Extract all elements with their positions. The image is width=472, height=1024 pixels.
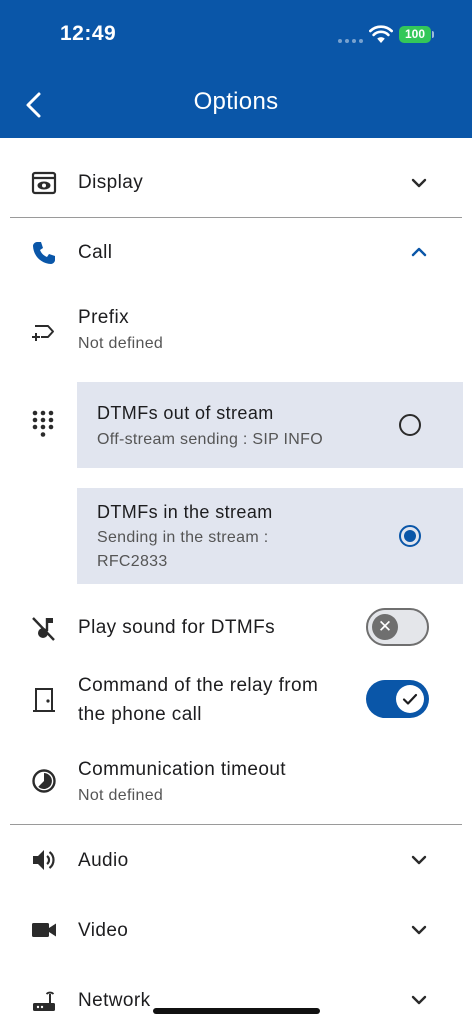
dtmf-out-of-stream-option[interactable]: DTMFs out of stream Off-stream sending :… (77, 382, 463, 468)
eye-window-icon (31, 171, 57, 195)
prefix-tag-icon (32, 325, 54, 341)
wifi-icon (369, 25, 393, 43)
chevron-down-icon[interactable] (408, 989, 430, 1011)
page-title: Options (193, 88, 279, 115)
section-display-label: Display (78, 172, 144, 193)
speaker-icon (33, 850, 55, 870)
prefix-value: Not defined (78, 335, 164, 352)
app-header: 12:49 100 Options (0, 0, 472, 138)
music-off-icon (32, 617, 55, 641)
relay-toggle[interactable] (366, 680, 429, 718)
dtmf-out-radio[interactable] (399, 414, 421, 436)
cellular-signal-icon (338, 39, 363, 43)
dtmf-in-radio[interactable] (399, 525, 421, 547)
chevron-down-icon[interactable] (408, 919, 430, 941)
prefix-label: Prefix (78, 307, 129, 328)
relay-label-line2: the phone call (78, 704, 202, 725)
battery-icon: 100 (399, 26, 434, 43)
door-icon (33, 688, 55, 712)
phone-icon (33, 242, 55, 264)
chevron-down-icon[interactable] (408, 172, 430, 194)
status-time: 12:49 (60, 22, 117, 45)
check-icon (396, 685, 424, 713)
play-sound-toggle[interactable]: ✕ (366, 608, 429, 646)
dtmf-in-stream-option[interactable]: DTMFs in the stream Sending in the strea… (77, 488, 463, 584)
dtmf-out-title: DTMFs out of stream (97, 403, 274, 423)
home-indicator[interactable] (153, 1008, 320, 1014)
dtmf-in-subtitle: Sending in the stream : RFC2833 (97, 529, 269, 570)
chevron-up-icon[interactable] (408, 241, 430, 263)
section-call-label: Call (78, 242, 113, 263)
section-network-label: Network (78, 990, 151, 1011)
chevron-down-icon[interactable] (408, 849, 430, 871)
dtmf-out-subtitle: Off-stream sending : SIP INFO (97, 431, 323, 448)
dtmf-in-title: DTMFs in the stream (97, 502, 273, 522)
timeout-label: Communication timeout (78, 759, 286, 780)
section-video-label: Video (78, 920, 129, 941)
app-screen: 12:49 100 Options Display Call Prefix No… (0, 0, 472, 1024)
close-icon: ✕ (372, 614, 398, 640)
section-audio-label: Audio (78, 850, 129, 871)
timeout-value: Not defined (78, 787, 164, 804)
divider (10, 217, 462, 218)
play-sound-label: Play sound for DTMFs (78, 617, 275, 638)
relay-label-line1: Command of the relay from (78, 675, 319, 696)
dialpad-icon (32, 410, 54, 437)
router-icon (33, 991, 55, 1011)
timer-icon (32, 769, 56, 793)
video-camera-icon (32, 923, 56, 937)
divider (10, 824, 462, 825)
